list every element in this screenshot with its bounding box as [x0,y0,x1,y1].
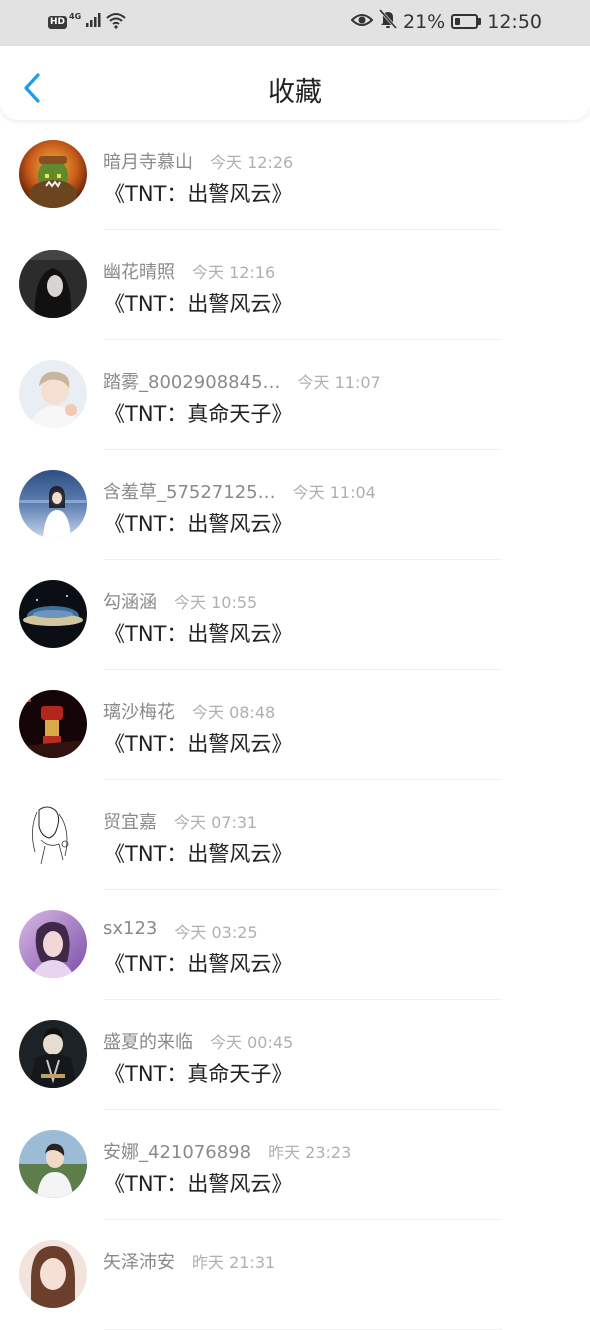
timestamp: 昨天 21:31 [192,1253,276,1272]
timestamp: 今天 08:48 [192,703,276,722]
avatar[interactable] [19,360,87,428]
username[interactable]: 贸宜嘉 [103,808,157,834]
timestamp: 昨天 23:23 [268,1143,352,1162]
avatar[interactable] [19,250,87,318]
timestamp: 今天 10:55 [174,593,258,612]
timestamp: 今天 00:45 [210,1033,294,1052]
list-item[interactable]: 璃沙梅花 今天 08:48 《TNT：出警风云》 [0,670,590,780]
work-title[interactable]: 《TNT：出警风云》 [104,838,292,868]
username[interactable]: sx123 [103,918,157,939]
list-item[interactable]: 盛夏的来临 今天 00:45 《TNT：真命天子》 [0,1000,590,1110]
work-title[interactable]: 《TNT：真命天子》 [104,1058,292,1088]
battery-icon [451,14,482,29]
avatar[interactable] [19,470,87,538]
avatar[interactable] [19,690,87,758]
list-item[interactable]: 含羞草_57527125… 今天 11:04 《TNT：出警风云》 [0,450,590,560]
work-title[interactable]: 《TNT：出警风云》 [104,948,292,978]
status-bar: HD 4G 21% 12:50 [0,0,590,46]
timestamp: 今天 07:31 [174,813,258,832]
username[interactable]: 幽花晴照 [103,258,175,284]
list-item[interactable]: 贸宜嘉 今天 07:31 《TNT：出警风云》 [0,780,590,890]
list-item[interactable]: 幽花晴照 今天 12:16 《TNT：出警风云》 [0,230,590,340]
work-title[interactable]: 《TNT：出警风云》 [104,1168,292,1198]
username[interactable]: 璃沙梅花 [103,698,175,724]
work-title[interactable]: 《TNT：真命天子》 [104,398,292,428]
username[interactable]: 踏雾_8002908845… [103,368,281,394]
list-item[interactable]: 安娜_421076898 昨天 23:23 《TNT：出警风云》 [0,1110,590,1220]
timestamp: 今天 12:16 [192,263,276,282]
username[interactable]: 盛夏的来临 [103,1028,193,1054]
status-left: HD 4G [48,11,127,33]
nav-header: 收藏 [0,46,590,120]
username[interactable]: 矢泽沛安 [103,1248,175,1274]
avatar[interactable] [19,1240,87,1308]
eye-icon [350,11,374,33]
wifi-icon [105,11,127,33]
avatar[interactable] [19,1020,87,1088]
favorites-list: 暗月寺慕山 今天 12:26 《TNT：出警风云》 幽花晴照 今天 12:16 《TNT：… [0,120,590,1330]
avatar[interactable] [19,580,87,648]
username[interactable]: 勾涵涵 [103,588,157,614]
bell-mute-icon [378,9,398,34]
timestamp: 今天 11:04 [292,483,376,502]
work-title[interactable]: 《TNT：出警风云》 [104,178,292,208]
battery-level [455,18,461,25]
work-title[interactable]: 《TNT：出警风云》 [104,288,292,318]
username[interactable]: 含羞草_57527125… [103,478,276,504]
status-time: 12:50 [487,10,542,33]
avatar[interactable] [19,140,87,208]
timestamp: 今天 11:07 [297,373,381,392]
list-item[interactable]: 矢泽沛安 昨天 21:31 [0,1220,590,1330]
network-type: 4G [69,11,82,21]
list-item[interactable]: sx123 今天 03:25 《TNT：出警风云》 [0,890,590,1000]
work-title[interactable]: 《TNT：出警风云》 [104,618,292,648]
avatar[interactable] [19,910,87,978]
timestamp: 今天 12:26 [210,153,294,172]
timestamp: 今天 03:25 [174,923,258,942]
signal-icon [85,12,101,32]
status-right: 21% 12:50 [350,9,542,34]
list-item[interactable]: 暗月寺慕山 今天 12:26 《TNT：出警风云》 [0,120,590,230]
list-item[interactable]: 勾涵涵 今天 10:55 《TNT：出警风云》 [0,560,590,670]
list-item[interactable]: 踏雾_8002908845… 今天 11:07 《TNT：真命天子》 [0,340,590,450]
username[interactable]: 安娜_421076898 [103,1138,251,1164]
username[interactable]: 暗月寺慕山 [103,148,193,174]
work-title[interactable]: 《TNT：出警风云》 [104,728,292,758]
work-title[interactable]: 《TNT：出警风云》 [104,508,292,538]
avatar[interactable] [19,800,87,868]
battery-percent: 21% [403,10,446,33]
page-title: 收藏 [268,77,322,108]
avatar[interactable] [19,1130,87,1198]
hd-icon: HD [48,15,68,29]
